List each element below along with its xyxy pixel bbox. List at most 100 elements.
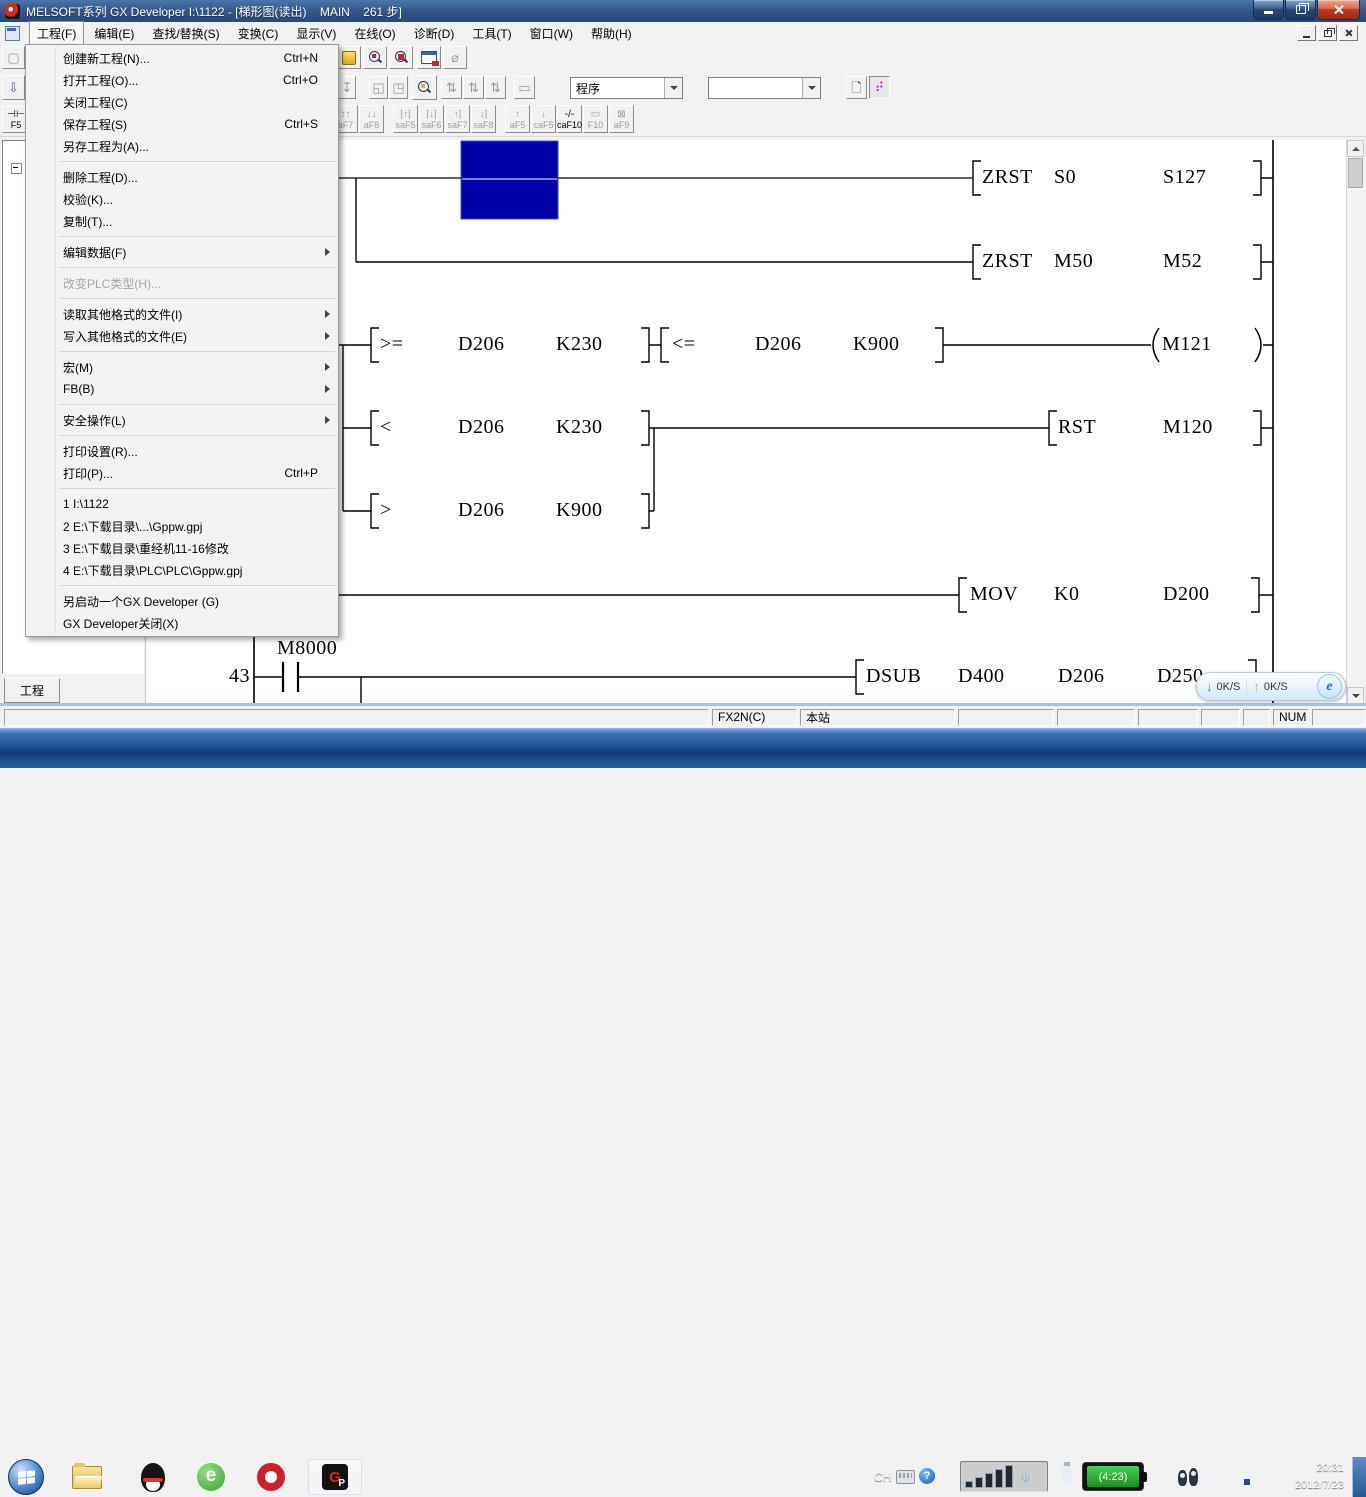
scroll-down-button[interactable] (1347, 687, 1364, 704)
taskbar-qq-icon[interactable] (138, 1462, 168, 1492)
menubar-item[interactable]: 帮助(H) (583, 21, 640, 46)
zoom-disabled-button[interactable]: ⌀ (443, 46, 467, 69)
qq-tray-icon[interactable] (1178, 1466, 1200, 1486)
menu-item[interactable]: 打印设置(R)... (26, 440, 338, 462)
chevron-down-icon[interactable] (664, 78, 682, 98)
mdi-restore-button[interactable] (1318, 25, 1337, 41)
menu-item[interactable]: GX Developer关闭(X) (26, 612, 338, 634)
chevron-down-icon[interactable] (942, 1482, 950, 1486)
minimize-button[interactable] (1253, 0, 1284, 20)
show-desktop-button[interactable] (1352, 1457, 1366, 1497)
network-speed-widget[interactable]: ↓ 0K/S ↑ 0K/S e (1196, 672, 1346, 701)
menu-item[interactable]: 3 E:\下载目录\重经机11-16修改 (26, 537, 338, 559)
target-combo[interactable] (708, 77, 821, 99)
menubar-item[interactable]: 在线(O) (346, 21, 403, 46)
menu-item[interactable]: 安全操作(L) (26, 409, 338, 431)
ladder-tool-saF6[interactable]: |↓|saF6 (419, 105, 444, 133)
menu-item[interactable]: 读取其他格式的文件(I) (26, 303, 338, 325)
browser-launch-button[interactable]: e (1317, 674, 1342, 699)
zoom-device-button[interactable] (363, 46, 387, 69)
keyboard-icon[interactable] (896, 1470, 915, 1484)
menu-item[interactable]: 2 E:\下载目录\...\Gppw.gpj (26, 515, 338, 537)
tree-view-button[interactable]: ⠞ (869, 76, 890, 99)
restore-button[interactable] (1285, 0, 1316, 20)
menu-item[interactable]: 打开工程(O)...Ctrl+O (26, 69, 338, 91)
menubar-item[interactable]: 变换(C) (230, 21, 287, 46)
scroll-up-button[interactable] (1347, 140, 1364, 157)
step-run2-button[interactable]: ⇅ (463, 76, 484, 99)
scrollbar-thumb[interactable] (1348, 158, 1363, 188)
ladder-window-icon[interactable] (5, 26, 20, 41)
menu-item[interactable]: 打印(P)...Ctrl+P (26, 462, 338, 484)
language-indicator[interactable]: CH (874, 1470, 891, 1484)
download-button[interactable]: ↧ (338, 76, 356, 99)
shortcut-tool-button[interactable] (337, 46, 361, 69)
taskbar-gx-developer-active[interactable] (308, 1459, 362, 1495)
menubar-item[interactable]: 工具(T) (464, 21, 519, 46)
project-tab[interactable]: 工程 (4, 678, 60, 703)
menubar-item[interactable]: 显示(V) (288, 21, 344, 46)
ladder-tool-aF8[interactable]: ↓↓aF8 (359, 105, 384, 133)
ladder-tool-caF5[interactable]: ↓caF5 (531, 105, 556, 133)
menubar-item[interactable]: 诊断(D) (406, 21, 463, 46)
taskbar-browser-icon[interactable] (196, 1462, 226, 1492)
menu-item[interactable]: 1 I:\1122 (26, 493, 338, 515)
menu-item[interactable]: 宏(M) (26, 356, 338, 378)
battery-indicator[interactable]: (4:23) (1082, 1462, 1144, 1491)
taskbar-explorer-icon[interactable] (72, 1462, 102, 1492)
mdi-minimize-button[interactable] (1297, 25, 1316, 41)
menu-item[interactable]: 写入其他格式的文件(E) (26, 325, 338, 347)
menu-item[interactable]: 另存工程为(A)... (26, 135, 338, 157)
ladder-tool-saF7[interactable]: ↑|saF7 (445, 105, 470, 133)
menu-item[interactable]: 创建新工程(N)...Ctrl+N (26, 47, 338, 69)
volume-icon[interactable] (1254, 1467, 1263, 1481)
menubar-item[interactable]: 窗口(W) (522, 21, 581, 46)
signal-strength-indicator[interactable]: ψ (960, 1461, 1048, 1492)
menu-item[interactable]: 删除工程(D)... (26, 166, 338, 188)
start-button[interactable] (8, 1459, 44, 1495)
menubar-item[interactable]: 编辑(E) (86, 21, 142, 46)
ladder-token: D400 (958, 666, 1004, 686)
step-run3-button[interactable]: ⇅ (485, 76, 506, 99)
menu-item[interactable]: 编辑数据(F) (26, 241, 338, 263)
step-run-button[interactable]: ⇅ (441, 76, 462, 99)
monitor-button[interactable]: ▭ (514, 76, 535, 99)
phone-icon[interactable] (1208, 1465, 1221, 1487)
doc-find-button[interactable]: 🗋 (846, 76, 867, 99)
upload-speed-label: 0K/S (1264, 681, 1288, 693)
ladder-tool-aF9[interactable]: ⊠aF9 (609, 105, 634, 133)
taskbar-opera-icon[interactable] (256, 1462, 286, 1492)
menu-item[interactable]: 4 E:\下载目录\PLC\PLC\Gppw.gpj (26, 559, 338, 581)
ladder-tool-F10[interactable]: ▭F10 (583, 105, 608, 133)
ladder-tool-saF5[interactable]: |↑|saF5 (393, 105, 418, 133)
menu-item[interactable]: 保存工程(S)Ctrl+S (26, 113, 338, 135)
chevron-down-icon[interactable] (802, 78, 820, 98)
menu-item[interactable]: FB(B) (26, 378, 338, 400)
menubar-item[interactable]: 查找/替换(S) (144, 21, 227, 46)
left-fragment-button[interactable]: ⇩ (2, 75, 25, 100)
zoom-device-filled-button[interactable] (389, 46, 413, 69)
menu-item[interactable]: 另启动一个GX Developer (G) (26, 590, 338, 612)
ladder-tool-aF5[interactable]: ↑aF5 (505, 105, 530, 133)
ladder-zoom-button[interactable] (412, 75, 437, 100)
usb-icon[interactable] (1062, 1466, 1071, 1484)
ladder-tool-saF8[interactable]: ↓|saF8 (471, 105, 496, 133)
menu-item[interactable]: 关闭工程(C) (26, 91, 338, 113)
menubar-item[interactable]: 工程(F) (29, 21, 84, 46)
restore-window-icon[interactable] (941, 1465, 955, 1477)
ladder-tool-caF10[interactable]: -/-caF10 (557, 105, 582, 133)
menu-item[interactable]: 校验(K)... (26, 188, 338, 210)
menu-item[interactable]: 复制(T)... (26, 210, 338, 232)
help-icon[interactable] (919, 1468, 935, 1484)
new-project-button[interactable]: ▢ (2, 46, 25, 69)
tray-expand-icon[interactable] (1158, 1475, 1168, 1481)
taskbar-clock[interactable]: 20:31 2012/7/23 (1280, 1460, 1344, 1494)
vertical-scrollbar[interactable] (1346, 140, 1364, 705)
close-button[interactable] (1317, 0, 1360, 20)
tile-window-button[interactable] (417, 46, 441, 69)
tree-collapse-icon[interactable] (11, 163, 22, 174)
window-b-button[interactable]: ◳ (389, 76, 408, 99)
mdi-close-button[interactable] (1339, 25, 1358, 41)
window-a-button[interactable]: ◱ (369, 76, 388, 99)
program-combo[interactable]: 程序 (570, 77, 683, 99)
